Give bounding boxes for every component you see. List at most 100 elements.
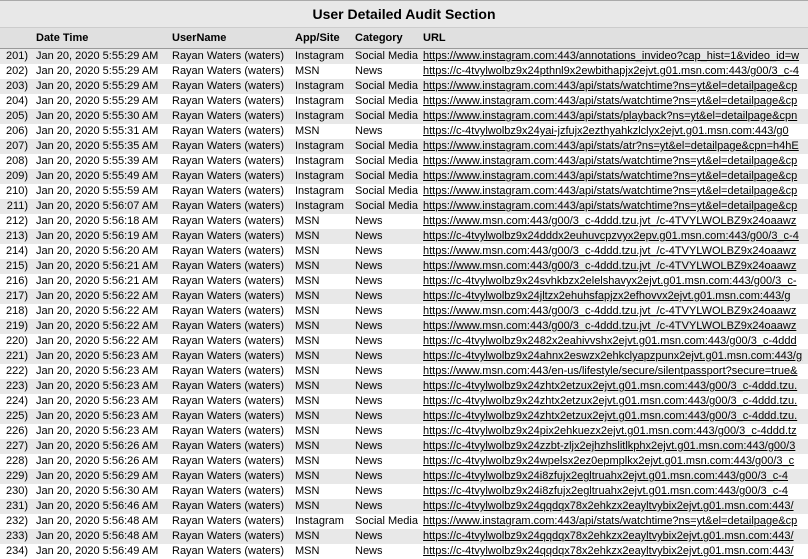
row-url[interactable]: https://c-4tvylwolbz9x24i8zfujx2egltruah…	[423, 469, 808, 484]
row-appsite: MSN	[295, 124, 355, 139]
header-datetime: Date Time	[30, 32, 170, 44]
row-datetime: Jan 20, 2020 5:56:07 AM	[30, 199, 170, 214]
row-url[interactable]: https://www.instagram.com:443/api/stats/…	[423, 514, 808, 529]
row-num: 232)	[0, 514, 30, 529]
row-num: 230)	[0, 484, 30, 499]
table-row: 234)Jan 20, 2020 5:56:49 AMRayan Waters …	[0, 544, 808, 559]
row-url[interactable]: https://www.msn.com:443/g00/3_c-4ddd.tzu…	[423, 244, 808, 259]
row-datetime: Jan 20, 2020 5:56:26 AM	[30, 439, 170, 454]
row-category: News	[355, 64, 423, 79]
row-appsite: MSN	[295, 259, 355, 274]
row-appsite: MSN	[295, 214, 355, 229]
row-url[interactable]: https://c-4tvylwolbz9x24ahnx2eswzx2ehkcl…	[423, 349, 808, 364]
row-datetime: Jan 20, 2020 5:56:23 AM	[30, 364, 170, 379]
row-category: News	[355, 319, 423, 334]
row-num: 220)	[0, 334, 30, 349]
row-num: 229)	[0, 469, 30, 484]
row-url[interactable]: https://www.instagram.com:443/api/stats/…	[423, 154, 808, 169]
row-datetime: Jan 20, 2020 5:56:19 AM	[30, 229, 170, 244]
row-url[interactable]: https://c-4tvylwolbz9x24svhkbzx2elelshav…	[423, 274, 808, 289]
row-url[interactable]: https://c-4tvylwolbz9x2482x2eahivvshx2ej…	[423, 334, 808, 349]
row-url[interactable]: https://www.instagram.com:443/api/stats/…	[423, 139, 808, 154]
table-row: 218)Jan 20, 2020 5:56:22 AMRayan Waters …	[0, 304, 808, 319]
row-username: Rayan Waters (waters)	[170, 484, 295, 499]
row-url[interactable]: https://www.instagram.com:443/api/stats/…	[423, 184, 808, 199]
row-category: Social Media	[355, 79, 423, 94]
row-datetime: Jan 20, 2020 5:56:30 AM	[30, 484, 170, 499]
row-url[interactable]: https://www.msn.com:443/g00/3_c-4ddd.tzu…	[423, 319, 808, 334]
table-row: 202)Jan 20, 2020 5:55:29 AMRayan Waters …	[0, 64, 808, 79]
row-datetime: Jan 20, 2020 5:56:23 AM	[30, 409, 170, 424]
row-datetime: Jan 20, 2020 5:56:22 AM	[30, 319, 170, 334]
row-username: Rayan Waters (waters)	[170, 229, 295, 244]
row-datetime: Jan 20, 2020 5:56:22 AM	[30, 304, 170, 319]
row-url[interactable]: https://www.msn.com:443/en-us/lifestyle/…	[423, 364, 808, 379]
row-appsite: MSN	[295, 319, 355, 334]
row-appsite: Instagram	[295, 109, 355, 124]
row-url[interactable]: https://www.msn.com:443/g00/3_c-4ddd.tzu…	[423, 259, 808, 274]
row-url[interactable]: https://www.msn.com:443/g00/3_c-4ddd.tzu…	[423, 214, 808, 229]
row-url[interactable]: https://www.msn.com:443/g00/3_c-4ddd.tzu…	[423, 304, 808, 319]
table-row: 205)Jan 20, 2020 5:55:30 AMRayan Waters …	[0, 109, 808, 124]
row-username: Rayan Waters (waters)	[170, 139, 295, 154]
row-url[interactable]: https://c-4tvylwolbz9x24qqdqx78x2ehkzx2e…	[423, 529, 808, 544]
row-num: 228)	[0, 454, 30, 469]
row-category: News	[355, 124, 423, 139]
row-num: 216)	[0, 274, 30, 289]
row-datetime: Jan 20, 2020 5:56:49 AM	[30, 544, 170, 559]
table-row: 229)Jan 20, 2020 5:56:29 AMRayan Waters …	[0, 469, 808, 484]
row-username: Rayan Waters (waters)	[170, 319, 295, 334]
row-appsite: Instagram	[295, 184, 355, 199]
row-url[interactable]: https://c-4tvylwolbz9x24pthnl9x2ewbithap…	[423, 64, 808, 79]
row-category: News	[355, 274, 423, 289]
row-url[interactable]: https://c-4tvylwolbz9x24zhtx2etzux2ejvt.…	[423, 394, 808, 409]
row-url[interactable]: https://c-4tvylwolbz9x24yai-jzfujx2ezthy…	[423, 124, 808, 139]
row-url[interactable]: https://c-4tvylwolbz9x24zhtx2etzux2ejvt.…	[423, 409, 808, 424]
row-num: 225)	[0, 409, 30, 424]
row-username: Rayan Waters (waters)	[170, 64, 295, 79]
row-url[interactable]: https://www.instagram.com:443/api/stats/…	[423, 169, 808, 184]
row-url[interactable]: https://c-4tvylwolbz9x24dddx2euhuvcpzvyx…	[423, 229, 808, 244]
row-category: News	[355, 544, 423, 559]
row-category: Social Media	[355, 49, 423, 64]
row-url[interactable]: https://c-4tvylwolbz9x24zzbt-zljx2ejhzhs…	[423, 439, 808, 454]
row-url[interactable]: https://www.instagram.com:443/api/stats/…	[423, 109, 808, 124]
row-num: 223)	[0, 379, 30, 394]
row-datetime: Jan 20, 2020 5:55:35 AM	[30, 139, 170, 154]
row-num: 214)	[0, 244, 30, 259]
row-url[interactable]: https://c-4tvylwolbz9x24wpelsx2ez0epmplk…	[423, 454, 808, 469]
row-url[interactable]: https://www.instagram.com:443/api/stats/…	[423, 79, 808, 94]
table-row: 212)Jan 20, 2020 5:56:18 AMRayan Waters …	[0, 214, 808, 229]
row-appsite: MSN	[295, 349, 355, 364]
row-category: News	[355, 484, 423, 499]
table-row: 217)Jan 20, 2020 5:56:22 AMRayan Waters …	[0, 289, 808, 304]
row-username: Rayan Waters (waters)	[170, 304, 295, 319]
row-url[interactable]: https://c-4tvylwolbz9x24qqdqx78x2ehkzx2e…	[423, 544, 808, 559]
row-datetime: Jan 20, 2020 5:56:48 AM	[30, 529, 170, 544]
row-datetime: Jan 20, 2020 5:56:48 AM	[30, 514, 170, 529]
row-url[interactable]: https://c-4tvylwolbz9x24i8zfujx2egltruah…	[423, 484, 808, 499]
row-url[interactable]: https://c-4tvylwolbz9x24jltzx2ehuhsfapjz…	[423, 289, 808, 304]
row-appsite: MSN	[295, 529, 355, 544]
row-username: Rayan Waters (waters)	[170, 439, 295, 454]
row-num: 205)	[0, 109, 30, 124]
header-username: UserName	[170, 32, 295, 44]
row-datetime: Jan 20, 2020 5:55:49 AM	[30, 169, 170, 184]
table-row: 223)Jan 20, 2020 5:56:23 AMRayan Waters …	[0, 379, 808, 394]
table-row: 215)Jan 20, 2020 5:56:21 AMRayan Waters …	[0, 259, 808, 274]
row-url[interactable]: https://c-4tvylwolbz9x24zhtx2etzux2ejvt.…	[423, 379, 808, 394]
row-username: Rayan Waters (waters)	[170, 364, 295, 379]
row-url[interactable]: https://www.instagram.com:443/annotation…	[423, 49, 808, 64]
row-url[interactable]: https://www.instagram.com:443/api/stats/…	[423, 199, 808, 214]
row-url[interactable]: https://c-4tvylwolbz9x24qqdqx78x2ehkzx2e…	[423, 499, 808, 514]
row-username: Rayan Waters (waters)	[170, 409, 295, 424]
table-row: 232)Jan 20, 2020 5:56:48 AMRayan Waters …	[0, 514, 808, 529]
row-datetime: Jan 20, 2020 5:56:18 AM	[30, 214, 170, 229]
row-appsite: MSN	[295, 379, 355, 394]
row-category: News	[355, 334, 423, 349]
row-url[interactable]: https://c-4tvylwolbz9x24pix2ehkuezx2ejvt…	[423, 424, 808, 439]
row-url[interactable]: https://www.instagram.com:443/api/stats/…	[423, 94, 808, 109]
row-datetime: Jan 20, 2020 5:55:30 AM	[30, 109, 170, 124]
row-num: 233)	[0, 529, 30, 544]
header-appsite: App/Site	[295, 32, 355, 44]
